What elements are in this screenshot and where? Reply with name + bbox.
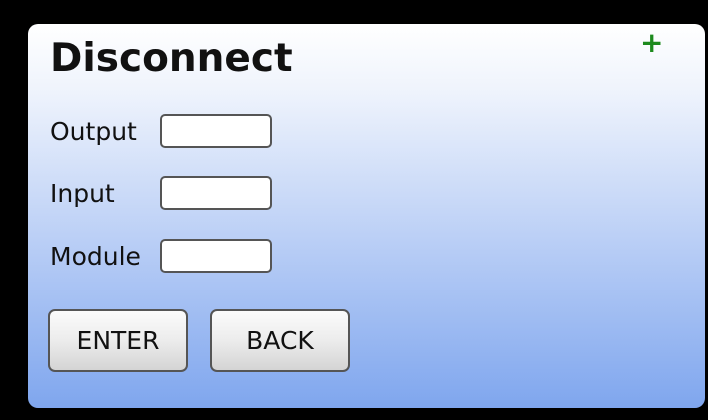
- output-input[interactable]: [160, 114, 272, 148]
- module-label: Module: [50, 242, 141, 271]
- output-label: Output: [50, 117, 137, 146]
- screen-frame: Disconnect + Output Input Module ENTER B…: [0, 0, 708, 420]
- dialog-title: Disconnect: [50, 36, 293, 81]
- back-button[interactable]: BACK: [210, 309, 350, 372]
- enter-button[interactable]: ENTER: [48, 309, 188, 372]
- module-input[interactable]: [160, 239, 272, 273]
- input-label: Input: [50, 179, 115, 208]
- disconnect-dialog: Disconnect + Output Input Module ENTER B…: [28, 24, 705, 408]
- input-input[interactable]: [160, 176, 272, 210]
- plus-icon[interactable]: +: [640, 28, 663, 58]
